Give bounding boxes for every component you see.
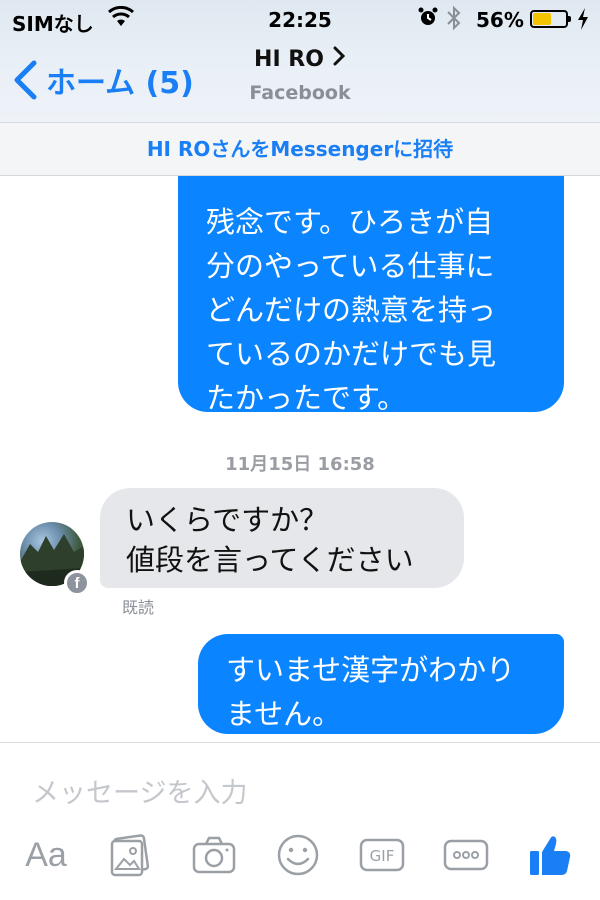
gif-icon: GIF	[359, 838, 405, 872]
incoming-message-bubble: いくらですか？ 値段を言ってください	[100, 488, 464, 588]
camera-button[interactable]	[188, 829, 240, 881]
like-button[interactable]	[524, 829, 576, 881]
facebook-badge-icon: f	[64, 570, 90, 596]
message-thread[interactable]: 残念です。ひろきが自 分のやっている仕事に どんだけの熱意を持っ ているのかだけ…	[0, 176, 600, 742]
more-icon	[443, 839, 489, 871]
battery-fill	[533, 13, 551, 25]
contact-subtitle: Facebook	[249, 82, 351, 104]
camera-icon	[192, 836, 236, 874]
svg-text:GIF: GIF	[370, 847, 395, 865]
charging-icon	[576, 7, 590, 36]
photo-button[interactable]	[104, 829, 156, 881]
battery-percent: 56%	[476, 8, 524, 32]
message-composer: メッセージを入力 Aa GIF	[0, 742, 600, 900]
message-line: 値段を言ってください	[126, 543, 414, 577]
message-input[interactable]: メッセージを入力	[32, 771, 247, 810]
composer-toolbar: Aa GIF	[0, 829, 600, 889]
message-line: たかったです。	[206, 381, 407, 415]
read-receipt: 既読	[122, 598, 155, 617]
bluetooth-icon	[446, 5, 462, 36]
message-line: 残念です。ひろきが自	[206, 205, 494, 239]
message-line: 分のやっている仕事に	[206, 249, 495, 283]
emoji-button[interactable]	[272, 829, 324, 881]
conversation-title[interactable]: HI RO Facebook	[0, 46, 600, 104]
chevron-right-icon	[332, 46, 346, 72]
outgoing-message-bubble: すいませ漢字がわかり ません。	[198, 634, 564, 734]
like-icon	[530, 836, 571, 875]
message-line: どんだけの熱意を持っ	[206, 293, 497, 327]
text-format-button[interactable]: Aa	[20, 829, 72, 881]
messenger-invite-link[interactable]: HI ROさんをMessengerに招待	[0, 122, 600, 176]
contact-name: HI RO	[254, 47, 324, 72]
message-timestamp: 11月15日 16:58	[225, 454, 375, 475]
battery-icon	[530, 10, 571, 28]
status-bar: SIMなし 22:25 56%	[0, 0, 600, 40]
emoji-icon	[277, 834, 319, 876]
message-line: いくらですか？	[126, 503, 329, 537]
message-line: ているのかだけでも見	[206, 337, 497, 371]
alarm-icon	[418, 7, 438, 27]
gif-button[interactable]: GIF	[356, 829, 408, 881]
message-line: ません。	[226, 697, 342, 731]
photo-icon	[110, 834, 150, 877]
text-format-icon: Aa	[25, 835, 67, 874]
outgoing-message-bubble: 残念です。ひろきが自 分のやっている仕事に どんだけの熱意を持っ ているのかだけ…	[178, 176, 564, 415]
message-line: すいませ漢字がわかり	[226, 653, 516, 687]
more-button[interactable]	[440, 829, 492, 881]
